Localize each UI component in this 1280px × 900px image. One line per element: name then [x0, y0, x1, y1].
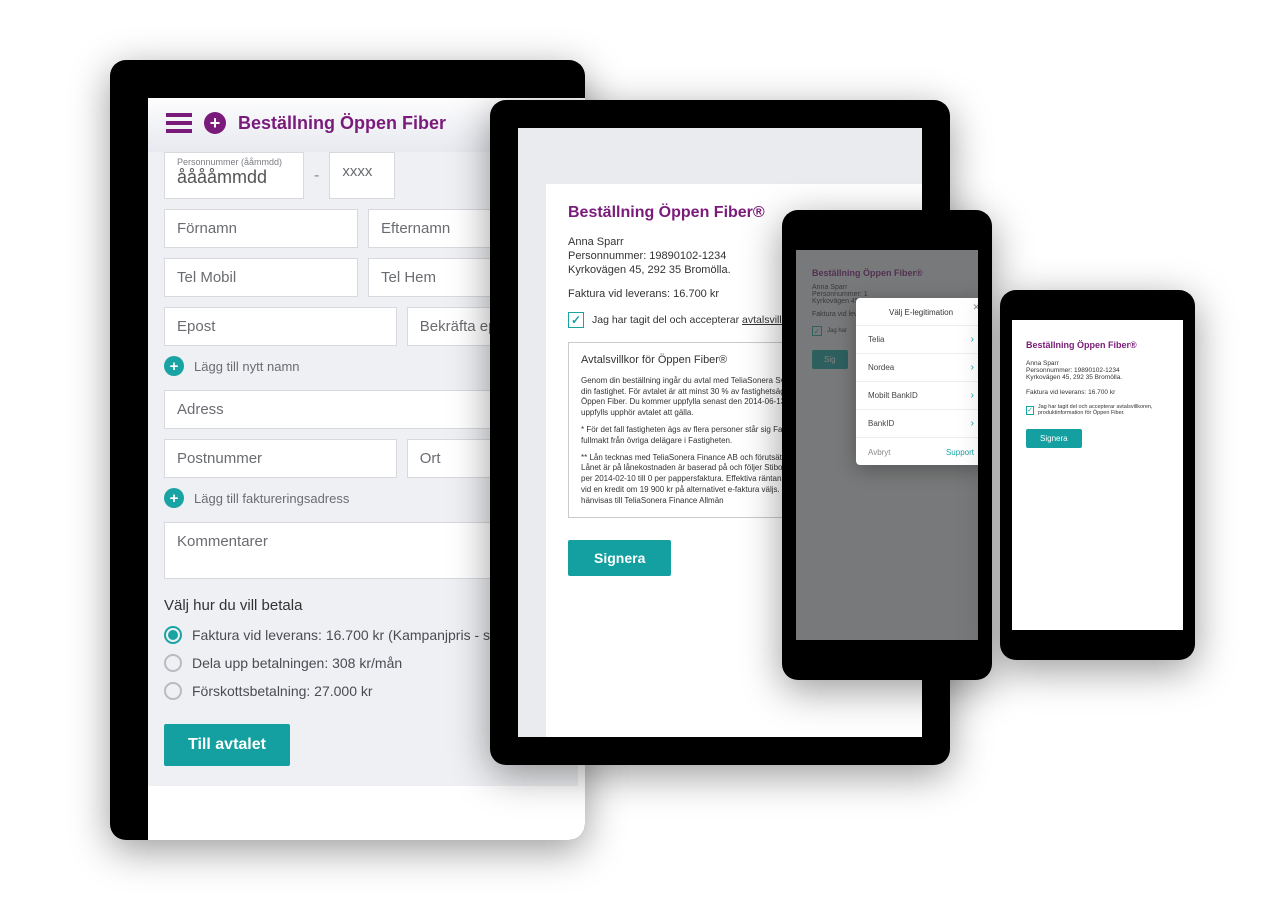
add-name-label: Lägg till nytt namn — [194, 359, 300, 374]
chevron-right-icon: › — [971, 390, 974, 401]
radio-icon — [164, 626, 182, 644]
chevron-right-icon: › — [971, 362, 974, 373]
add-billing-label: Lägg till faktureringsadress — [194, 491, 349, 506]
personnummer-part2-input[interactable]: xxxx — [329, 152, 395, 199]
option-label: Nordea — [868, 363, 894, 372]
support-link[interactable]: Support — [946, 448, 974, 457]
agree-text-pre: Jag har tagit del och accepterar — [592, 314, 742, 326]
tel-mobil-input[interactable]: Tel Mobil — [164, 258, 358, 297]
eid-popup: ✕ Välj E-legitimation Telia › Nordea › Mob… — [856, 298, 978, 465]
to-agreement-button[interactable]: Till avtalet — [164, 724, 290, 766]
plus-icon: + — [164, 488, 184, 508]
option-label: Mobilt BankID — [868, 391, 918, 400]
eid-option-bankid[interactable]: BankID › — [856, 409, 978, 437]
phone-summary: Beställning Öppen Fiber® Anna Sparr Pers… — [1000, 290, 1195, 660]
page-title: Beställning Öppen Fiber® — [1026, 340, 1169, 350]
page-title: Beställning Öppen Fiber — [238, 113, 446, 134]
chevron-right-icon: › — [971, 334, 974, 345]
eid-option-telia[interactable]: Telia › — [856, 325, 978, 353]
chevron-right-icon: › — [971, 418, 974, 429]
phone-eid-selector: Beställning Öppen Fiber® Anna Sparr Pers… — [782, 210, 992, 680]
customer-address: Kyrkovägen 45, 292 35 Bromölla. — [1026, 374, 1169, 381]
close-icon[interactable]: ✕ — [972, 302, 978, 313]
checkbox-icon: ✓ — [1026, 406, 1034, 415]
eid-option-mobilt-bankid[interactable]: Mobilt BankID › — [856, 381, 978, 409]
option-label: Telia — [868, 335, 884, 344]
add-icon[interactable]: + — [204, 112, 226, 134]
pay-option-label: Faktura vid leverans: 16.700 kr (Kampanj… — [192, 627, 502, 643]
option-label: BankID — [868, 419, 894, 428]
email-input[interactable]: Epost — [164, 307, 397, 346]
firstname-input[interactable]: Förnamn — [164, 209, 358, 248]
agree-text: Jag har tagit del och accepterar avtalsv… — [1038, 404, 1169, 416]
eid-option-nordea[interactable]: Nordea › — [856, 353, 978, 381]
radio-icon — [164, 654, 182, 672]
cancel-button[interactable]: Avbryt — [868, 448, 891, 457]
personnummer-part1-input[interactable]: Personnummer (ååmmdd) ååååmmdd — [164, 152, 304, 199]
customer-name: Anna Sparr — [1026, 360, 1169, 367]
invoice-line: Faktura vid leverans: 16.700 kr — [1026, 389, 1169, 396]
sign-button[interactable]: Signera — [568, 540, 671, 576]
pay-option-label: Förskottsbetalning: 27.000 kr — [192, 683, 373, 699]
radio-icon — [164, 682, 182, 700]
sign-button[interactable]: Signera — [1026, 429, 1082, 448]
postnummer-input[interactable]: Postnummer — [164, 439, 397, 478]
personnummer: Personnummer: 19890102-1234 — [1026, 367, 1169, 374]
checkbox-icon: ✓ — [568, 312, 584, 328]
agree-row[interactable]: ✓ Jag har tagit del och accepterar avtal… — [1026, 404, 1169, 416]
popup-title: Välj E-legitimation — [856, 308, 978, 317]
screen: Beställning Öppen Fiber® Anna Sparr Pers… — [1012, 320, 1183, 630]
menu-icon[interactable] — [166, 113, 192, 133]
separator: - — [314, 167, 319, 185]
screen: Beställning Öppen Fiber® Anna Sparr Pers… — [796, 250, 978, 640]
personnummer-label: Personnummer (ååmmdd) — [177, 157, 291, 167]
plus-icon: + — [164, 356, 184, 376]
pay-option-label: Dela upp betalningen: 308 kr/mån — [192, 655, 402, 671]
